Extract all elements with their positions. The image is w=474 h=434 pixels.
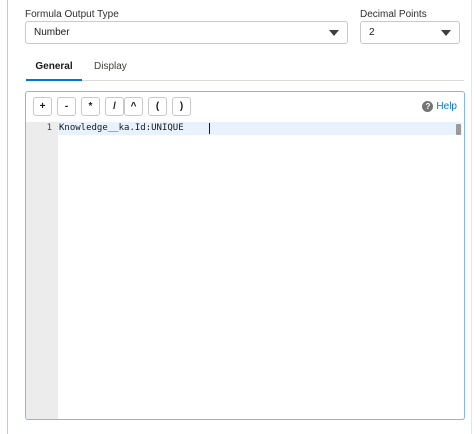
code-line-active[interactable]: Knowledge__ka.Id:UNIQUE: [58, 122, 462, 135]
decimal-points-select[interactable]: 2: [360, 21, 460, 44]
operator-power-button[interactable]: ^: [124, 97, 143, 116]
decimal-points-label: Decimal Points: [360, 9, 427, 20]
tab-general[interactable]: General: [26, 61, 82, 81]
line-number: 1: [46, 123, 52, 133]
operator-divide-button[interactable]: /: [105, 97, 124, 116]
formula-output-type-select[interactable]: Number: [25, 21, 348, 44]
operator-open-paren-button[interactable]: (: [148, 97, 167, 116]
formula-tabs: General Display: [26, 55, 464, 81]
help-link[interactable]: ? Help: [422, 101, 457, 112]
code-line-text: Knowledge__ka.Id:UNIQUE: [59, 123, 184, 133]
chevron-down-icon: [441, 30, 451, 36]
operator-multiply-button[interactable]: *: [81, 97, 100, 116]
decimal-points-value: 2: [369, 27, 375, 38]
text-cursor: [209, 123, 210, 134]
panel-left-border: [7, 0, 8, 434]
vertical-scrollbar[interactable]: [456, 124, 461, 135]
help-label: Help: [436, 101, 457, 112]
formula-output-type-value: Number: [34, 27, 70, 38]
line-number-gutter: 1: [26, 122, 58, 419]
operator-close-paren-button[interactable]: ): [172, 97, 191, 116]
operator-plus-button[interactable]: +: [33, 97, 52, 116]
chevron-down-icon: [329, 30, 339, 36]
operator-toolbar: + - * / ^ ( ) ? Help: [26, 92, 464, 122]
tab-display[interactable]: Display: [94, 61, 127, 81]
formula-output-type-label: Formula Output Type: [25, 9, 119, 20]
panel-right-border: [471, 0, 472, 434]
formula-editor: + - * / ^ ( ) ? Help 1 Knowledge__ka.Id:…: [25, 91, 465, 420]
question-circle-icon: ?: [422, 101, 434, 112]
operator-minus-button[interactable]: -: [57, 97, 76, 116]
